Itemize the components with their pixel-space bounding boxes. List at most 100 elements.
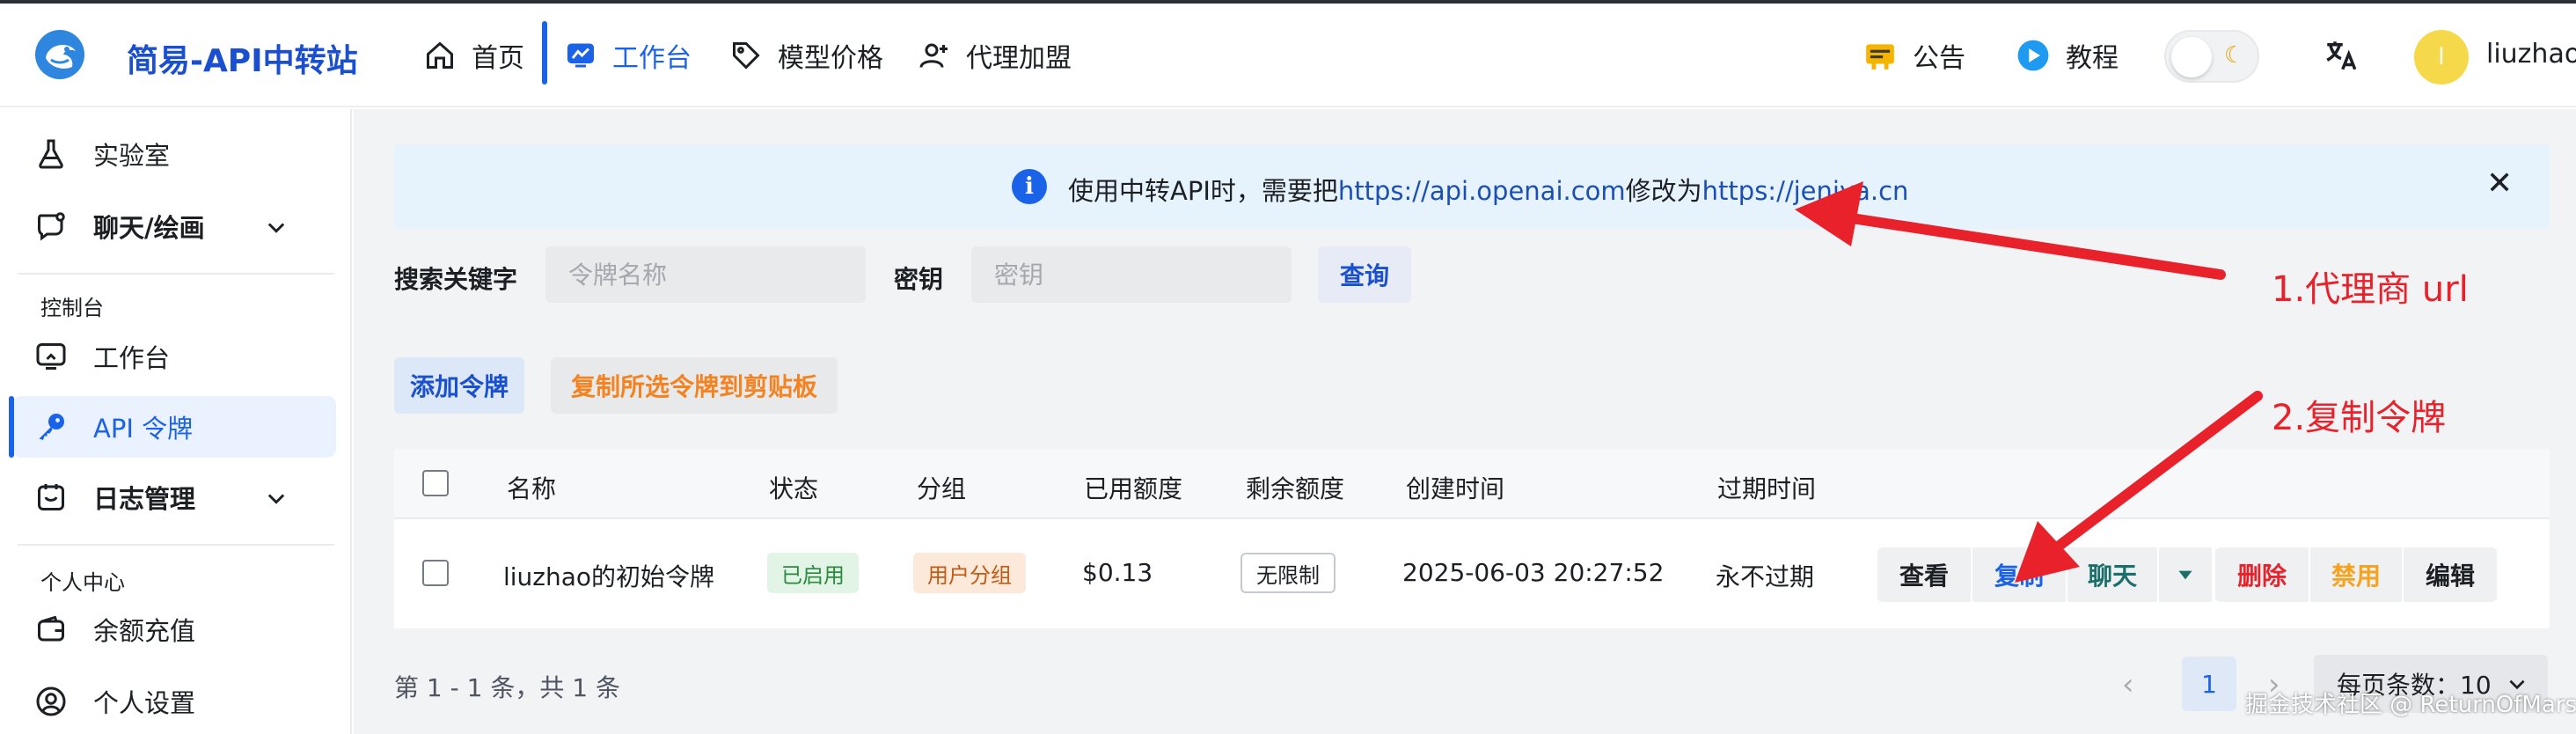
calendar-icon <box>38 484 64 510</box>
top-header: 简易-API中转站 首页 工作台 模型价格 代理加盟 公告 教程 ☾ l liu… <box>0 4 2576 107</box>
group-badge: 用户分组 <box>913 553 1026 593</box>
announcement-button[interactable]: 公告 <box>1863 33 1965 77</box>
theme-toggle[interactable]: ☾ <box>2164 30 2259 83</box>
avatar[interactable]: l <box>2414 30 2469 84</box>
sidebar-item-label: 聊天/绘画 <box>93 213 205 243</box>
table-row[interactable]: liuzhao的初始令牌 已启用 用户分组 $0.13 无限制 2025-06-… <box>394 521 2550 628</box>
monitor-icon <box>36 343 66 370</box>
user-circle-icon <box>36 686 66 716</box>
logo-icon[interactable] <box>33 28 86 81</box>
nav-workbench[interactable]: 工作台 <box>565 33 692 77</box>
select-all-checkbox[interactable] <box>422 470 449 496</box>
add-token-button[interactable]: 添加令牌 <box>394 357 524 414</box>
delete-button[interactable]: 删除 <box>2215 547 2309 602</box>
flask-icon <box>39 139 63 169</box>
sidebar-item-settings[interactable]: 个人设置 <box>12 671 336 732</box>
sidebar-item-label: 个人设置 <box>93 688 196 718</box>
column-header[interactable]: 过期时间 <box>1717 470 1816 505</box>
sidebar-section-console: 控制台 <box>40 296 104 320</box>
nav-model-price[interactable]: 模型价格 <box>730 33 883 77</box>
language-button[interactable] <box>2323 33 2375 77</box>
sidebar-item-label: 余额充值 <box>93 616 196 646</box>
price-tag-icon <box>733 42 760 70</box>
sidebar-item-log[interactable]: 日志管理 <box>12 466 336 528</box>
view-button[interactable]: 查看 <box>1877 547 1971 602</box>
nav-workbench-label: 工作台 <box>612 43 692 74</box>
column-header[interactable]: 名称 <box>507 470 556 505</box>
sidebar-item-chat[interactable]: 聊天/绘画 <box>12 195 336 257</box>
sidebar-item-lab[interactable]: 实验室 <box>12 123 336 185</box>
chat-button[interactable]: 聊天 <box>2067 547 2157 602</box>
sidebar-divider <box>18 273 334 275</box>
sidebar: 实验室 聊天/绘画 控制台 工作台 API 令牌 日志管理 个人中心 余额充值 … <box>0 109 352 734</box>
announcement-label: 公告 <box>1913 43 1965 74</box>
pagination-info: 第 1 - 1 条，共 1 条 <box>394 673 620 702</box>
annotation-note-1: 1.代理商 url <box>2272 269 2469 310</box>
column-header[interactable]: 分组 <box>917 470 966 505</box>
sidebar-divider <box>18 544 334 546</box>
copy-button[interactable]: 复制 <box>1972 547 2066 602</box>
banner-prefix: 使用中转API时，需要把 <box>1068 176 1338 206</box>
chat-dropdown-button[interactable] <box>2159 547 2212 602</box>
key-icon <box>39 414 64 440</box>
copy-selected-button[interactable]: 复制所选令牌到剪贴板 <box>551 357 838 414</box>
tutorial-label: 教程 <box>2066 43 2119 74</box>
sidebar-section-personal: 个人中心 <box>40 570 125 595</box>
caret-down-icon <box>2178 570 2192 580</box>
announcement-icon <box>1866 44 1894 70</box>
moon-icon: ☾ <box>2224 42 2245 69</box>
disable-button[interactable]: 禁用 <box>2310 547 2402 602</box>
banner-middle: 修改为 <box>1625 176 1702 206</box>
wallet-icon <box>38 615 64 642</box>
created-time: 2025-06-03 20:27:52 <box>1402 558 1665 587</box>
brand-title[interactable]: 简易-API中转站 <box>127 35 358 81</box>
home-icon <box>427 41 453 69</box>
edit-button[interactable]: 编辑 <box>2404 547 2497 602</box>
nav-agent-join-label: 代理加盟 <box>966 43 1072 74</box>
key-input[interactable] <box>971 246 1292 303</box>
chat-icon <box>38 212 65 241</box>
page-number-button[interactable]: 1 <box>2182 657 2236 711</box>
sidebar-item-api-token[interactable]: API 令牌 <box>9 396 336 458</box>
column-header[interactable]: 已用额度 <box>1084 470 1182 505</box>
monitor-icon <box>567 43 594 68</box>
username[interactable]: liuzhao <box>2486 39 2576 70</box>
nav-agent-join[interactable]: 代理加盟 <box>918 33 1072 77</box>
sidebar-item-label: 实验室 <box>93 141 171 171</box>
remaining-quota-badge: 无限制 <box>1240 553 1336 593</box>
token-name: liuzhao的初始令牌 <box>503 562 715 591</box>
chevron-left-icon[interactable]: ‹ <box>2122 667 2134 702</box>
watermark: 掘金技术社区 @ ReturnOfMars <box>2245 692 2576 718</box>
nav-model-price-label: 模型价格 <box>778 43 883 74</box>
token-name-input[interactable] <box>545 246 866 303</box>
chevron-down-icon[interactable] <box>264 486 289 510</box>
banner-to-url[interactable]: https://jeniya.cn <box>1702 176 1909 206</box>
column-header[interactable]: 状态 <box>769 470 818 505</box>
nav-home[interactable]: 首页 <box>424 33 524 77</box>
expire-time: 永不过期 <box>1716 562 1815 591</box>
status-badge: 已启用 <box>767 553 859 593</box>
sidebar-item-recharge[interactable]: 余额充值 <box>12 598 336 660</box>
close-icon[interactable]: ✕ <box>2486 165 2513 202</box>
translate-icon <box>2326 41 2357 70</box>
table-header: 名称 状态 分组 已用额度 剩余额度 创建时间 过期时间 <box>394 449 2550 519</box>
chevron-down-icon[interactable] <box>264 215 289 239</box>
column-header[interactable]: 剩余额度 <box>1246 470 1344 505</box>
play-icon <box>2017 40 2049 71</box>
used-quota: $0.13 <box>1082 558 1153 587</box>
tutorial-button[interactable]: 教程 <box>2016 33 2119 77</box>
nav-active-indicator <box>542 21 547 84</box>
column-header[interactable]: 创建时间 <box>1406 470 1504 505</box>
sidebar-item-workbench[interactable]: 工作台 <box>12 326 336 387</box>
theme-toggle-knob <box>2171 37 2212 77</box>
token-table: 名称 状态 分组 已用额度 剩余额度 创建时间 过期时间 liuzhao的初始令… <box>394 449 2550 628</box>
sidebar-item-label: 工作台 <box>93 343 171 373</box>
search-keyword-label: 搜索关键字 <box>394 265 518 294</box>
row-checkbox[interactable] <box>422 560 449 586</box>
sidebar-item-label: 日志管理 <box>93 484 196 514</box>
info-icon: i <box>1012 169 1047 204</box>
banner-from-url[interactable]: https://api.openai.com <box>1338 176 1626 206</box>
banner-text: 使用中转API时，需要把https://api.openai.com修改为htt… <box>1068 171 1908 208</box>
query-button[interactable]: 查询 <box>1318 246 1411 303</box>
sidebar-item-label: API 令牌 <box>93 414 194 444</box>
